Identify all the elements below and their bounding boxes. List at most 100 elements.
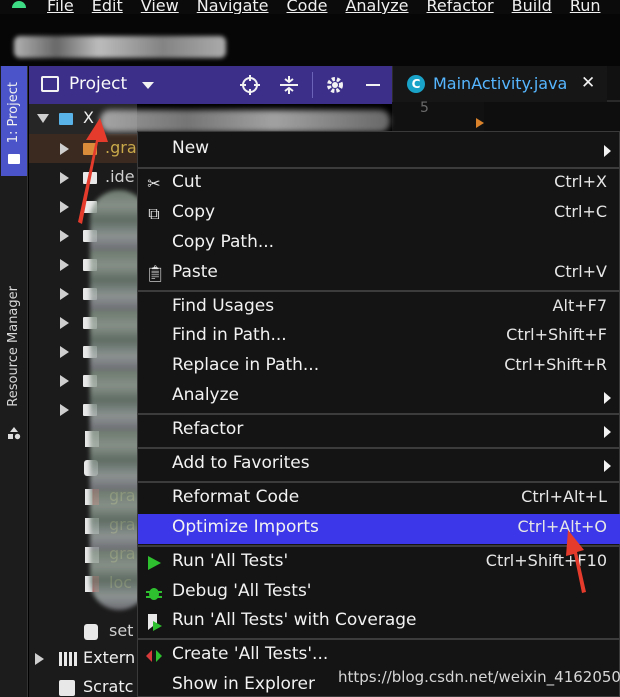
chevron-right-icon[interactable] (60, 404, 69, 416)
menu-item-replace-in-path[interactable]: Replace in Path... Ctrl+Shift+R (138, 352, 620, 382)
chevron-right-icon[interactable] (60, 201, 69, 213)
module-folder-icon (59, 113, 73, 125)
chevron-right-icon[interactable] (35, 653, 44, 665)
scissors-icon: ✂ (147, 174, 161, 193)
menu-item-label: Copy (172, 202, 216, 222)
menu-item-label: Paste (172, 262, 218, 282)
menu-item-label: Create 'All Tests'... (172, 644, 329, 664)
minimize-icon[interactable] (362, 74, 384, 96)
menu-edit[interactable]: Edit (92, 0, 123, 14)
menu-view[interactable]: View (141, 0, 179, 14)
menu-item-copy-path[interactable]: Copy Path... (138, 229, 620, 259)
menu-refactor[interactable]: Refactor (427, 0, 494, 14)
tree-row[interactable]: .gra (29, 134, 137, 163)
locate-icon[interactable] (239, 74, 261, 96)
menu-item-create-all-tests[interactable]: Create 'All Tests'... (138, 641, 620, 671)
chevron-right-icon (604, 460, 611, 472)
gear-icon[interactable] (324, 74, 346, 96)
tree-row-scratches[interactable]: Scratc (29, 673, 137, 697)
chevron-right-icon[interactable] (60, 143, 69, 155)
scratch-icon (59, 680, 75, 696)
menu-item-add-to-favorites[interactable]: Add to Favorites (138, 450, 620, 480)
menu-analyze[interactable]: Analyze (345, 0, 408, 14)
menu-item-analyze[interactable]: Analyze (138, 382, 620, 412)
class-icon: C (407, 75, 425, 93)
menu-item-label: Refactor (172, 419, 244, 439)
menu-item-debug-all-tests[interactable]: Debug 'All Tests' (138, 578, 620, 608)
menu-item-shortcut: Ctrl+X (554, 172, 607, 191)
menu-item-label: Run 'All Tests' with Coverage (172, 610, 417, 630)
menu-item-find-in-path[interactable]: Find in Path... Ctrl+Shift+F (138, 322, 620, 352)
menu-item-run-all-tests[interactable]: Run 'All Tests' Ctrl+Shift+F10 (138, 548, 620, 578)
menu-item-cut[interactable]: ✂ Cut Ctrl+X (138, 169, 620, 199)
header-divider (312, 72, 313, 98)
folder-icon (83, 172, 97, 184)
project-panel-header: Project (29, 66, 392, 104)
left-tool-strip: 1: Project Resource Manager (0, 66, 28, 697)
library-icon (59, 652, 77, 666)
code-editor[interactable]: 5 (392, 100, 620, 132)
chevron-right-icon[interactable] (60, 172, 69, 184)
chevron-right-icon[interactable] (60, 375, 69, 387)
chevron-right-icon[interactable] (60, 288, 69, 300)
chevron-right-icon[interactable] (60, 317, 69, 329)
menu-item-label: Cut (172, 172, 202, 192)
chevron-right-icon[interactable] (60, 346, 69, 358)
menu-item-shortcut: Ctrl+C (553, 202, 607, 221)
close-icon[interactable]: ✕ (581, 73, 595, 93)
menu-item-find-usages[interactable]: Find Usages Alt+F7 (138, 293, 620, 323)
tree-item-label: .ide (105, 167, 135, 186)
menu-item-label: Optimize Imports (172, 517, 319, 537)
tree-row-external-libraries[interactable]: Extern (29, 644, 137, 673)
title-bar (0, 14, 620, 66)
chevron-down-icon[interactable] (37, 114, 49, 123)
menu-item-label: New (172, 138, 210, 158)
menu-item-refactor[interactable]: Refactor (138, 416, 620, 446)
menu-item-label: Analyze (172, 385, 239, 405)
coverage-icon (148, 614, 162, 631)
menu-code[interactable]: Code (287, 0, 328, 14)
menu-item-optimize-imports[interactable]: Optimize Imports Ctrl+Alt+O (138, 514, 620, 544)
run-gutter-icon[interactable] (476, 118, 484, 128)
menu-item-new[interactable]: New (138, 135, 620, 165)
menu-build[interactable]: Build (512, 0, 552, 14)
menu-item-copy[interactable]: ⧉ Copy Ctrl+C (138, 199, 620, 229)
clipboard-icon: 📋︎ (145, 264, 166, 283)
menu-item-reformat-code[interactable]: Reformat Code Ctrl+Alt+L (138, 484, 620, 514)
menu-item-shortcut: Ctrl+Shift+R (504, 355, 607, 374)
chevron-down-icon[interactable] (142, 82, 154, 89)
menu-item-label: Show in Explorer (172, 674, 315, 694)
tool-tab-project[interactable]: 1: Project (1, 66, 27, 176)
chevron-right-icon[interactable] (60, 259, 69, 271)
menu-item-label: Debug 'All Tests' (172, 581, 312, 601)
settings-file-icon (84, 624, 98, 640)
watermark-text: https://blog.csdn.net/weixin_41620505 (338, 668, 620, 686)
tree-row[interactable]: .ide (29, 163, 137, 192)
menu-item-run-with-coverage[interactable]: Run 'All Tests' with Coverage (138, 607, 620, 637)
tool-tab-resource-label: Resource Manager (6, 286, 21, 407)
folder-icon (83, 143, 97, 155)
folder-icon (8, 154, 20, 164)
menu-item-shortcut: Alt+F7 (552, 296, 607, 315)
menu-file[interactable]: File (47, 0, 74, 14)
collapse-all-icon[interactable] (278, 74, 300, 96)
menu-item-paste[interactable]: 📋︎ Paste Ctrl+V (138, 259, 620, 289)
redacted-title (14, 36, 226, 58)
project-panel-title[interactable]: Project (69, 74, 127, 94)
redacted-project-name (100, 110, 390, 132)
menu-item-label: Add to Favorites (172, 453, 310, 473)
copy-icon: ⧉ (148, 204, 160, 223)
menu-run[interactable]: Run (570, 0, 601, 14)
menu-navigate[interactable]: Navigate (197, 0, 269, 14)
editor-tab-main-activity[interactable]: C MainActivity.java ✕ (392, 66, 607, 102)
line-number: 5 (420, 100, 429, 116)
tree-item-label: Extern (83, 648, 136, 667)
menu-separator (138, 447, 620, 449)
editor-gutter: 5 (392, 100, 484, 132)
menu-bar: File Edit View Navigate Code Analyze Ref… (0, 0, 620, 14)
chevron-right-icon[interactable] (60, 230, 69, 242)
menu-item-shortcut: Ctrl+V (554, 262, 607, 281)
editor-tab-label: MainActivity.java (433, 74, 568, 93)
tree-row[interactable]: set (29, 617, 137, 646)
menu-item-label: Reformat Code (172, 487, 300, 507)
